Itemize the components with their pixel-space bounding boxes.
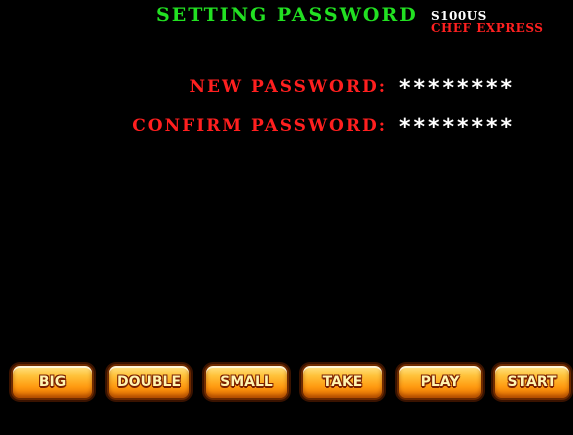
take-button-label: TAKE [322,374,363,390]
start-button[interactable]: START [493,364,571,400]
confirm-password-label: CONFIRM PASSWORD: [132,116,387,136]
small-button-label: SMALL [220,374,273,390]
control-button-bar: BIG DOUBLE SMALL TAKE PLAY START [0,364,573,404]
start-button-label: START [507,374,557,390]
new-password-label: NEW PASSWORD: [189,77,387,97]
screen-title: SETTING PASSWORD [156,4,418,26]
play-button[interactable]: PLAY [397,364,483,400]
take-button[interactable]: TAKE [301,364,384,400]
big-button[interactable]: BIG [11,364,94,400]
confirm-password-field[interactable]: ******** [399,115,515,140]
new-password-field[interactable]: ******** [399,76,515,101]
small-button[interactable]: SMALL [204,364,289,400]
double-button-label: DOUBLE [116,374,182,390]
big-button-label: BIG [38,374,67,390]
double-button[interactable]: DOUBLE [107,364,191,400]
game-name: CHEF EXPRESS [431,21,544,35]
play-button-label: PLAY [420,374,460,390]
